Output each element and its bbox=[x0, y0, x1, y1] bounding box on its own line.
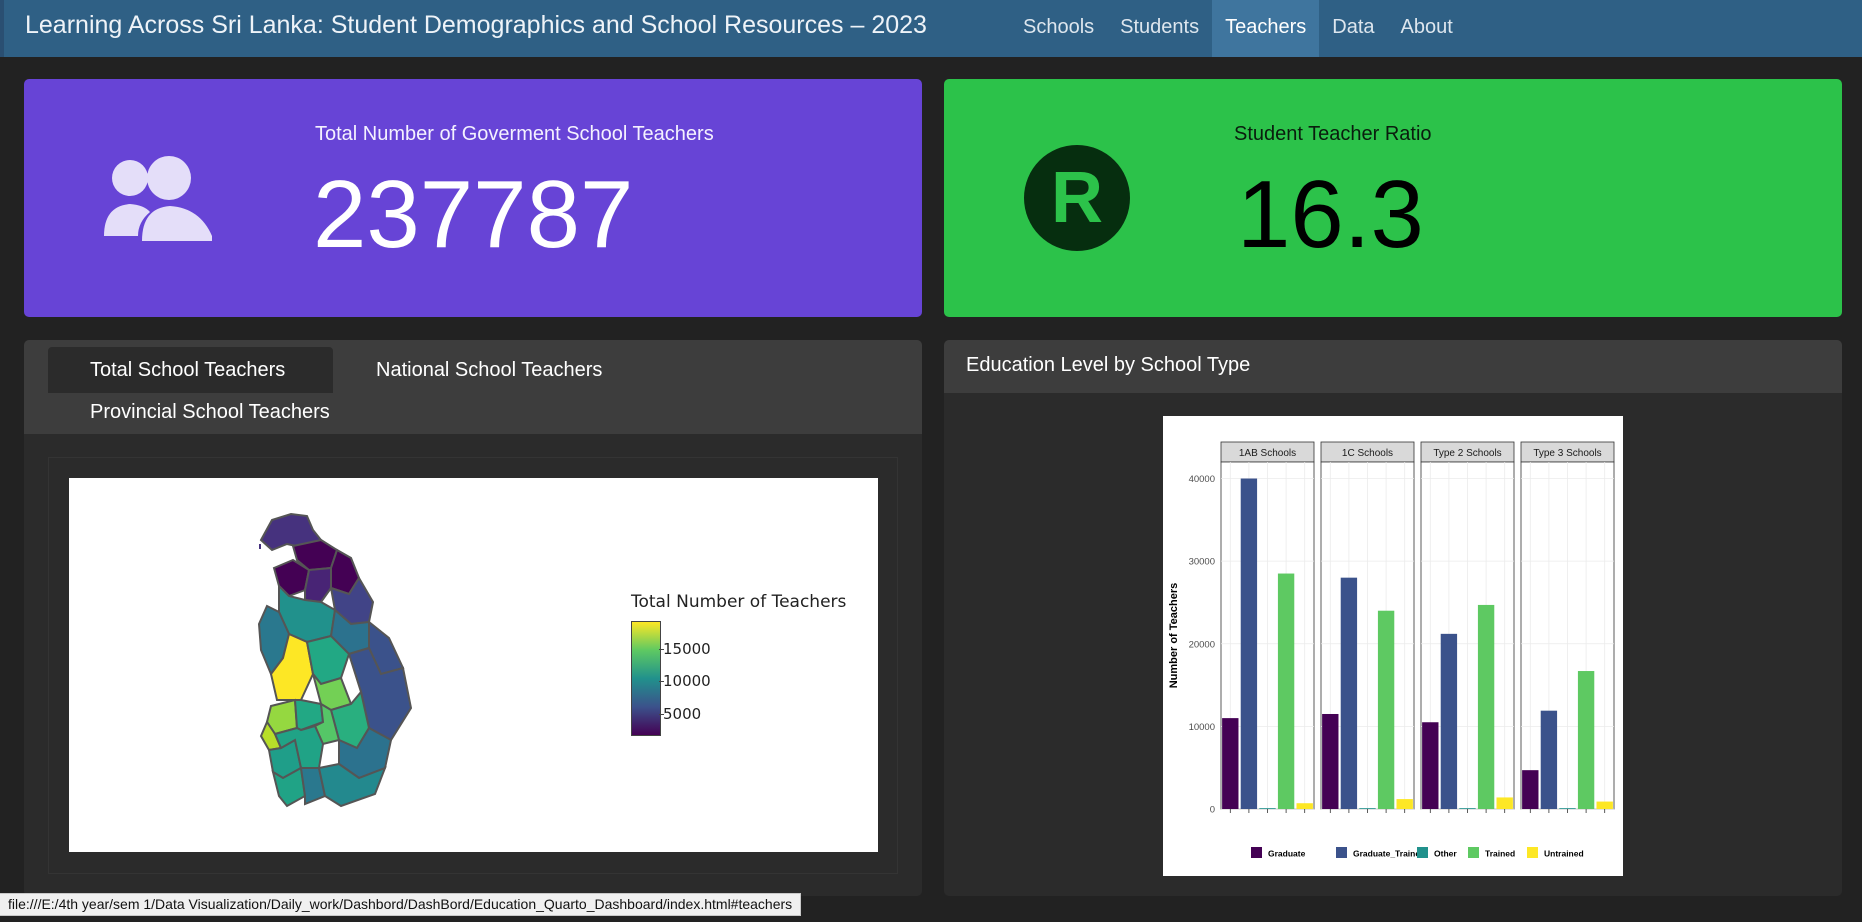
browser-status-bar: file:///E:/4th year/sem 1/Data Visualiza… bbox=[0, 893, 802, 916]
facet-label: Type 3 Schools bbox=[1533, 448, 1601, 459]
bar-untrained bbox=[1596, 801, 1613, 809]
legend-label: Graduate_Trained bbox=[1353, 849, 1425, 859]
legend-swatch bbox=[1527, 847, 1538, 858]
y-tick-label: 0 bbox=[1210, 805, 1215, 816]
bar-graduate-trained bbox=[1340, 577, 1358, 809]
colorbar bbox=[631, 621, 661, 736]
bar-trained bbox=[1477, 604, 1495, 809]
value-box-label: Student Teacher Ratio bbox=[1234, 123, 1432, 145]
legend-swatch bbox=[1417, 847, 1428, 858]
bar-other bbox=[1259, 808, 1276, 809]
bar-trained bbox=[1577, 671, 1595, 809]
tab-national-school-teachers[interactable]: National School Teachers bbox=[376, 347, 602, 393]
bar-chart-svg: Number of Teachers 0 10000 20000 30000 40000 1… bbox=[1168, 441, 1615, 859]
bar-graduate-trained bbox=[1240, 478, 1258, 809]
bar-graduate bbox=[1522, 770, 1539, 809]
nav-links: Schools Students Teachers Data About bbox=[1010, 0, 1466, 57]
bar-graduate bbox=[1222, 718, 1239, 809]
value-box-label: Total Number of Goverment School Teacher… bbox=[315, 123, 714, 145]
bar-other bbox=[1359, 808, 1376, 809]
legend-label: Graduate bbox=[1268, 849, 1306, 859]
navbar: Learning Across Sri Lanka: Student Demog… bbox=[0, 0, 1862, 57]
choropleth-map[interactable]: Total Number of Teachers 15000 10000 500… bbox=[69, 478, 878, 852]
bar-other bbox=[1459, 808, 1476, 809]
colorbar-tick: 10000 bbox=[659, 672, 711, 690]
bar-untrained bbox=[1396, 799, 1413, 809]
card-title: Education Level by School Type bbox=[966, 354, 1251, 376]
r-logo-icon: R bbox=[1024, 145, 1130, 251]
facet-label: 1AB Schools bbox=[1239, 448, 1296, 459]
nav-link-students[interactable]: Students bbox=[1107, 0, 1212, 57]
nav-link-teachers[interactable]: Teachers bbox=[1212, 0, 1320, 57]
legend-title: Total Number of Teachers bbox=[631, 592, 847, 612]
value-box-total-teachers: Total Number of Goverment School Teacher… bbox=[24, 79, 922, 317]
value-box-value: 16.3 bbox=[1237, 161, 1424, 268]
district-vavuniya[interactable] bbox=[304, 566, 332, 604]
legend-swatch bbox=[1336, 847, 1347, 858]
legend-label: Other bbox=[1434, 849, 1457, 859]
sri-lanka-map[interactable] bbox=[69, 478, 878, 852]
value-box-student-teacher-ratio: R Student Teacher Ratio 16.3 bbox=[944, 79, 1842, 317]
tab-bar: Total School Teachers National School Te… bbox=[24, 340, 922, 434]
bar-untrained bbox=[1296, 803, 1313, 809]
education-level-chart: Number of Teachers 0 10000 20000 30000 40000 1… bbox=[1163, 416, 1623, 876]
map-card: Total School Teachers National School Te… bbox=[24, 340, 922, 896]
bar-graduate bbox=[1422, 722, 1439, 809]
facet-label: 1C Schools bbox=[1342, 448, 1393, 459]
legend-swatch bbox=[1468, 847, 1479, 858]
bar-untrained bbox=[1496, 797, 1513, 809]
y-tick-label: 10000 bbox=[1189, 722, 1215, 733]
map-panel: Total Number of Teachers 15000 10000 500… bbox=[48, 457, 898, 874]
facet-label: Type 2 Schools bbox=[1433, 448, 1501, 459]
colorbar-tick: 15000 bbox=[659, 640, 711, 658]
bar-graduate-trained bbox=[1540, 710, 1558, 809]
nav-link-about[interactable]: About bbox=[1388, 0, 1466, 57]
y-tick-label: 20000 bbox=[1189, 639, 1215, 650]
bar-graduate bbox=[1322, 713, 1339, 809]
district-islet bbox=[259, 544, 261, 549]
legend-label: Trained bbox=[1485, 849, 1515, 859]
nav-link-data[interactable]: Data bbox=[1319, 0, 1387, 57]
tab-total-school-teachers[interactable]: Total School Teachers bbox=[48, 347, 333, 393]
nav-link-schools[interactable]: Schools bbox=[1010, 0, 1107, 57]
people-icon bbox=[104, 156, 212, 241]
bar-other bbox=[1559, 808, 1576, 809]
bar-graduate-trained bbox=[1440, 633, 1458, 809]
page-title[interactable]: Learning Across Sri Lanka: Student Demog… bbox=[25, 11, 927, 40]
legend-swatch bbox=[1251, 847, 1262, 858]
tab-provincial-school-teachers[interactable]: Provincial School Teachers bbox=[90, 389, 330, 435]
y-axis-label: Number of Teachers bbox=[1168, 583, 1180, 689]
colorbar-tick: 5000 bbox=[658, 705, 702, 723]
bar-trained bbox=[1377, 610, 1395, 809]
card-header: Education Level by School Type bbox=[944, 340, 1842, 393]
y-tick-label: 40000 bbox=[1189, 474, 1215, 485]
education-level-card: Education Level by School Type Number of… bbox=[944, 340, 1842, 896]
y-tick-label: 30000 bbox=[1189, 557, 1215, 568]
bar-trained bbox=[1277, 573, 1295, 809]
legend-label: Untrained bbox=[1544, 849, 1584, 859]
value-box-value: 237787 bbox=[313, 161, 634, 268]
